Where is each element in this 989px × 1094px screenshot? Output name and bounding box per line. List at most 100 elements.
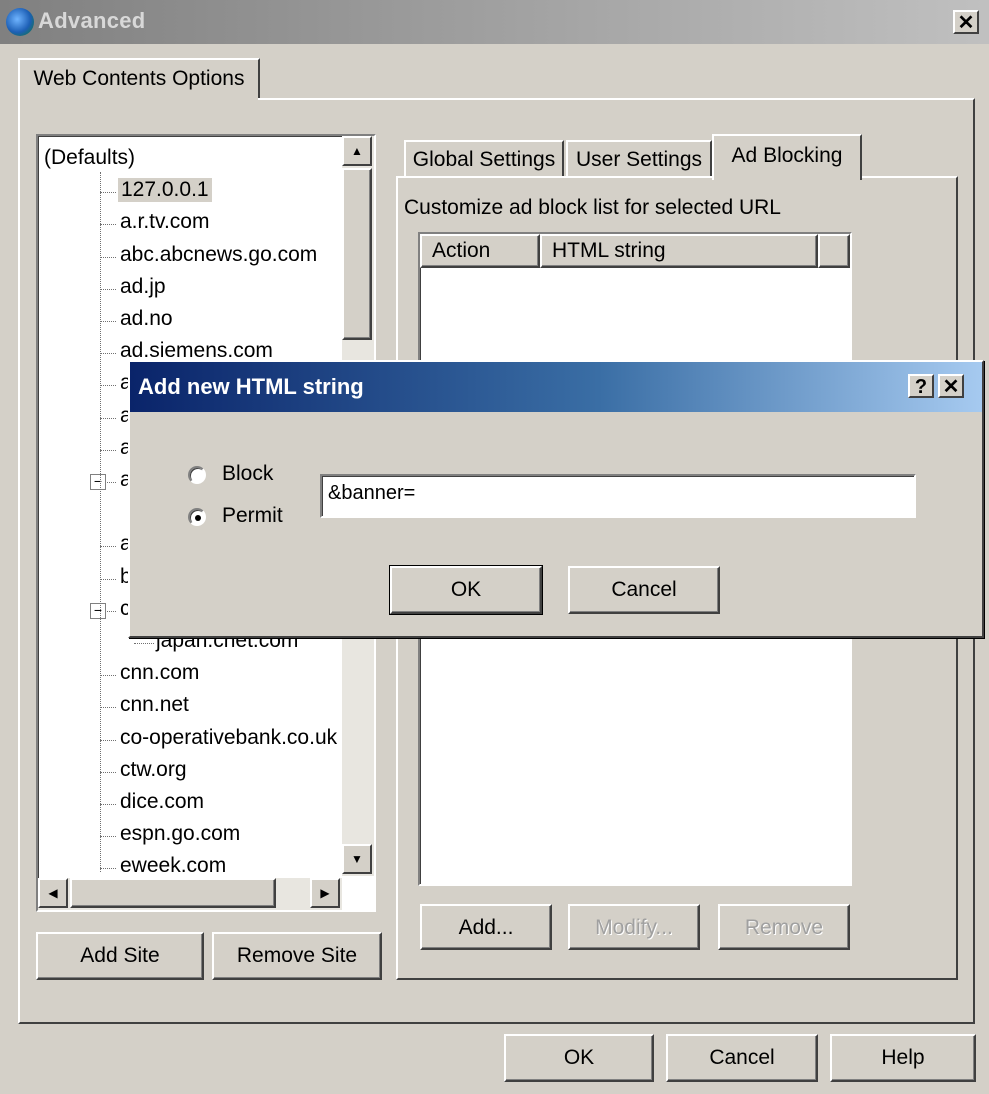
column-header-action[interactable]: Action xyxy=(420,234,540,268)
dialog-close-button[interactable]: ✕ xyxy=(938,374,964,398)
tree-item-label: 127.0.0.1 xyxy=(118,178,212,203)
collapse-icon[interactable]: − xyxy=(90,602,106,619)
add-site-button[interactable]: Add Site xyxy=(36,932,204,980)
tab-label: Web Contents Options xyxy=(33,67,245,90)
dialog-title: Add new HTML string xyxy=(138,374,364,399)
tab-join xyxy=(20,97,258,101)
tree-item[interactable]: eweek.com xyxy=(38,852,340,876)
tree-connector xyxy=(100,321,116,322)
tree-connector xyxy=(100,739,116,741)
permit-radio[interactable] xyxy=(188,508,206,526)
tree-item-label: cnn.com xyxy=(120,661,200,685)
tree-item-label: eweek.com xyxy=(120,854,227,876)
scroll-up-icon: ▲ xyxy=(351,144,363,158)
tree-item[interactable]: a.r.tv.com xyxy=(38,208,340,240)
tree-connector xyxy=(100,256,116,258)
remove-rule-button[interactable]: Remove xyxy=(718,904,850,950)
tree-connector xyxy=(100,836,116,838)
tree-connector xyxy=(134,643,154,644)
scroll-up-button[interactable]: ▲ xyxy=(342,136,372,166)
add-rule-button[interactable]: Add... xyxy=(420,904,552,950)
tab-label: Ad Blocking xyxy=(731,144,843,167)
tree-connector xyxy=(100,192,116,194)
tree-connector xyxy=(100,385,116,387)
tab-web-contents-options[interactable]: Web Contents Options xyxy=(18,58,260,100)
tree-connector xyxy=(100,578,116,580)
html-string-input[interactable]: &banner= xyxy=(320,474,916,518)
close-icon: ✕ xyxy=(957,12,975,34)
tree-hscroll-thumb[interactable] xyxy=(70,878,276,908)
column-label: Action xyxy=(432,239,491,262)
tree-item-label: ad.jp xyxy=(120,274,166,298)
tree-item[interactable]: dice.com xyxy=(38,788,340,820)
tab-join xyxy=(714,175,858,180)
column-header-html-string[interactable]: HTML string xyxy=(540,234,818,268)
tree-item[interactable]: (Defaults) xyxy=(38,144,340,176)
window-titlebar[interactable] xyxy=(0,0,989,44)
tree-item[interactable]: cnn.com xyxy=(38,659,340,691)
tree-item[interactable]: co-operativebank.co.uk xyxy=(38,724,340,756)
help-button[interactable]: Help xyxy=(830,1034,976,1082)
dialog-ok-label: OK xyxy=(450,578,482,601)
tab-ad-blocking[interactable]: Ad Blocking xyxy=(712,134,862,180)
tab-label: User Settings xyxy=(575,148,703,171)
add-site-label: Add Site xyxy=(80,944,160,967)
tree-item-label: cnn.net xyxy=(120,693,189,717)
tree-item-label: ad.no xyxy=(120,307,173,330)
advanced-window: Advanced ✕ Web Contents Options (Default… xyxy=(0,0,989,1094)
tree-trunk xyxy=(100,172,101,872)
tree-connector xyxy=(100,804,116,805)
help-label: Help xyxy=(881,1046,925,1069)
globe-icon xyxy=(6,8,34,36)
dialog-ok-button[interactable]: OK xyxy=(389,565,543,615)
tree-connector xyxy=(100,771,116,773)
add-html-string-dialog: Add new HTML string ? ✕ Block Permit &ba… xyxy=(128,360,984,638)
scroll-right-icon: ▶ xyxy=(320,886,330,900)
tab-label: Global Settings xyxy=(412,148,556,171)
permit-radio-label: Permit xyxy=(222,504,283,527)
block-radio-option[interactable]: Block xyxy=(188,462,328,490)
tree-vscroll-thumb[interactable] xyxy=(342,168,372,340)
tree-connector xyxy=(100,707,116,709)
permit-radio-option[interactable]: Permit xyxy=(188,504,328,532)
modify-rule-button[interactable]: Modify... xyxy=(568,904,700,950)
cancel-button[interactable]: Cancel xyxy=(666,1034,818,1082)
cancel-label: Cancel xyxy=(709,1046,775,1069)
html-string-value: &banner= xyxy=(328,482,416,504)
dialog-help-button[interactable]: ? xyxy=(908,374,934,398)
tab-global-settings[interactable]: Global Settings xyxy=(404,140,564,178)
tree-connector xyxy=(100,353,116,355)
scroll-right-button[interactable]: ▶ xyxy=(310,878,340,908)
close-icon: ✕ xyxy=(942,376,960,398)
dialog-cancel-button[interactable]: Cancel xyxy=(568,566,720,614)
tree-item[interactable]: ctw.org xyxy=(38,756,340,788)
tree-hscroll[interactable]: ◀ ▶ xyxy=(38,878,342,910)
tree-item[interactable]: cnn.net xyxy=(38,691,340,723)
remove-site-label: Remove Site xyxy=(236,944,358,967)
scroll-down-icon: ▼ xyxy=(351,852,363,866)
tree-item-label: co-operativebank.co.uk xyxy=(120,725,338,749)
tree-item-label: espn.go.com xyxy=(120,822,241,846)
window-close-button[interactable]: ✕ xyxy=(953,10,979,34)
scroll-down-button[interactable]: ▼ xyxy=(342,844,372,874)
tree-item[interactable]: espn.go.com xyxy=(38,820,340,852)
tree-item[interactable]: abc.abcnews.go.com xyxy=(38,241,340,273)
block-radio[interactable] xyxy=(188,466,206,484)
modify-rule-label: Modify... xyxy=(595,916,673,939)
tree-connector xyxy=(100,675,116,677)
tree-connector xyxy=(100,417,116,419)
scroll-left-button[interactable]: ◀ xyxy=(38,878,68,908)
tree-item[interactable]: ad.no xyxy=(38,305,340,337)
ok-button[interactable]: OK xyxy=(504,1034,654,1082)
remove-site-button[interactable]: Remove Site xyxy=(212,932,382,980)
block-radio-label: Block xyxy=(222,462,274,485)
tree-item[interactable]: ad.jp xyxy=(38,273,340,305)
tree-connector xyxy=(100,449,116,451)
tree-connector xyxy=(100,288,116,290)
column-label: HTML string xyxy=(552,239,666,262)
tree-item[interactable]: 127.0.0.1 xyxy=(38,176,340,208)
dialog-cancel-label: Cancel xyxy=(611,578,677,601)
collapse-icon[interactable]: − xyxy=(90,474,106,490)
tab-user-settings[interactable]: User Settings xyxy=(566,140,712,178)
tree-item-label: dice.com xyxy=(120,790,205,813)
